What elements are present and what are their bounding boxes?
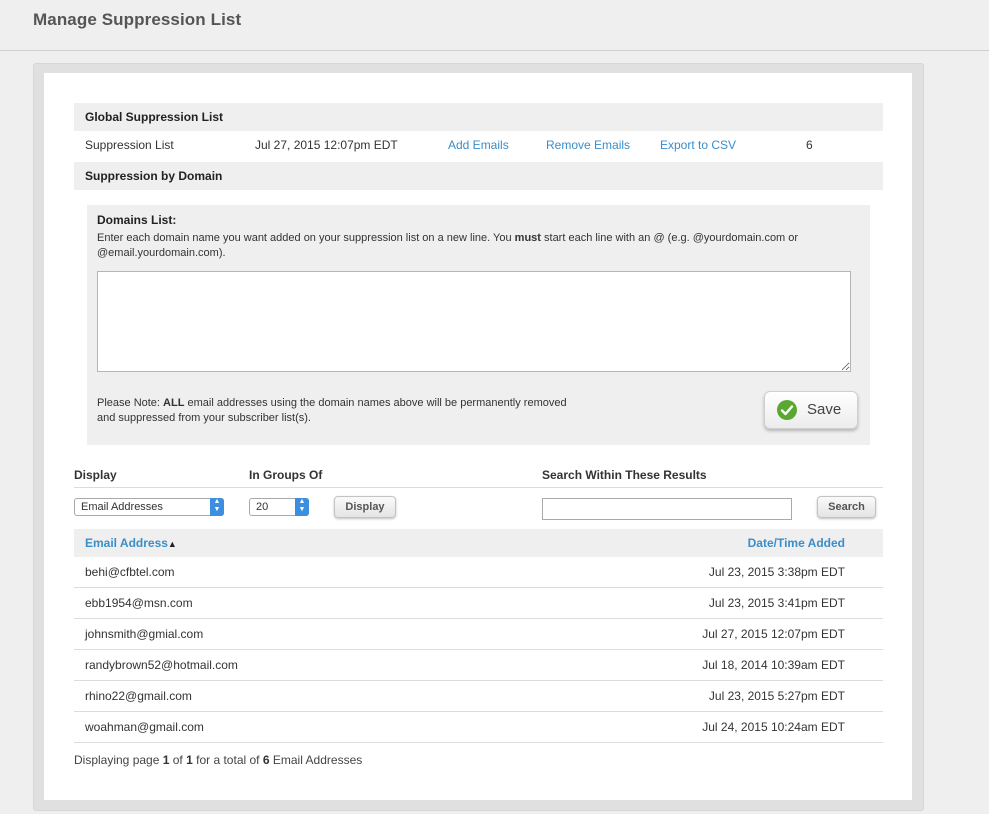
row-email: randybrown52@hotmail.com [85, 658, 238, 672]
add-emails-link[interactable]: Add Emails [448, 130, 509, 160]
search-label: Search Within These Results [542, 468, 707, 482]
suppression-list-row: Suppression List Jul 27, 2015 12:07pm ED… [74, 130, 883, 160]
pagination-summary: Displaying page 1 of 1 for a total of 6 … [74, 753, 362, 767]
sort-ascending-icon: ▲ [167, 539, 177, 549]
save-label: Save [807, 401, 842, 418]
note-bold: ALL [163, 397, 185, 409]
row-date: Jul 23, 2015 5:27pm EDT [708, 689, 845, 703]
total-count: 6 [262, 753, 270, 767]
suppression-count: 6 [806, 138, 813, 152]
table-row: ebb1954@msn.com Jul 23, 2015 3:41pm EDT [74, 588, 883, 619]
column-date-header[interactable]: Date/Time Added [748, 529, 845, 557]
domains-list-description: Enter each domain name you want added on… [97, 231, 857, 261]
total-pages: 1 [186, 753, 193, 767]
table-row: rhino22@gmail.com Jul 23, 2015 5:27pm ED… [74, 681, 883, 712]
row-date: Jul 23, 2015 3:41pm EDT [708, 596, 845, 610]
content-frame: Global Suppression List Suppression List… [33, 63, 924, 811]
global-suppression-heading: Global Suppression List [74, 103, 883, 131]
page-title: Manage Suppression List [33, 10, 242, 29]
display-label: Display [74, 468, 117, 482]
groups-select[interactable]: 20 ▲ ▼ [249, 498, 309, 516]
checkmark-icon [777, 400, 797, 420]
domains-note: Please Note: ALL email addresses using t… [97, 396, 567, 426]
column-email-label: Email Address [85, 536, 168, 550]
groups-label: In Groups Of [249, 468, 323, 482]
table-row: johnsmith@gmial.com Jul 27, 2015 12:07pm… [74, 619, 883, 650]
domains-list-title: Domains List: [97, 213, 177, 227]
display-button[interactable]: Display [334, 496, 396, 518]
row-email: behi@cfbtel.com [85, 565, 175, 579]
export-csv-link[interactable]: Export to CSV [660, 130, 736, 160]
suppression-list-name: Suppression List [85, 138, 174, 152]
row-date: Jul 27, 2015 12:07pm EDT [702, 627, 845, 641]
domains-list-box: Domains List: Enter each domain name you… [87, 205, 870, 445]
table-body: behi@cfbtel.com Jul 23, 2015 3:38pm EDT … [74, 557, 883, 743]
footer-text: Displaying page [74, 753, 163, 767]
footer-text: Email Addresses [269, 753, 363, 767]
desc-text: Enter each domain name you want added on… [97, 232, 515, 244]
table-row: randybrown52@hotmail.com Jul 18, 2014 10… [74, 650, 883, 681]
display-select-value: Email Addresses [81, 501, 163, 513]
note-text: Please Note: [97, 397, 164, 409]
row-date: Jul 18, 2014 10:39am EDT [702, 658, 845, 672]
domain-suppression-heading: Suppression by Domain [74, 162, 883, 190]
search-input[interactable] [542, 498, 792, 520]
table-header: Email Address▲ Date/Time Added [74, 529, 883, 557]
footer-text: of [169, 753, 187, 767]
table-row: woahman@gmail.com Jul 24, 2015 10:24am E… [74, 712, 883, 743]
desc-bold: must [514, 232, 541, 244]
controls-divider [74, 487, 883, 488]
row-email: woahman@gmail.com [85, 720, 204, 734]
row-email: rhino22@gmail.com [85, 689, 192, 703]
column-email-header[interactable]: Email Address▲ [85, 529, 177, 558]
groups-select-value: 20 [256, 501, 269, 513]
table-row: behi@cfbtel.com Jul 23, 2015 3:38pm EDT [74, 557, 883, 588]
page-header: Manage Suppression List [0, 0, 989, 51]
row-date: Jul 23, 2015 3:38pm EDT [708, 565, 845, 579]
row-email: ebb1954@msn.com [85, 596, 193, 610]
row-date: Jul 24, 2015 10:24am EDT [702, 720, 845, 734]
remove-emails-link[interactable]: Remove Emails [546, 130, 630, 160]
display-select[interactable]: Email Addresses ▲ ▼ [74, 498, 224, 516]
suppression-list-date: Jul 27, 2015 12:07pm EDT [255, 138, 398, 152]
search-button[interactable]: Search [817, 496, 876, 518]
row-email: johnsmith@gmial.com [85, 627, 204, 641]
save-button[interactable]: Save [764, 391, 858, 429]
select-arrows-icon: ▲ ▼ [295, 498, 309, 516]
domains-textarea[interactable] [97, 271, 851, 372]
content-panel: Global Suppression List Suppression List… [44, 73, 912, 800]
footer-text: for a total of [192, 753, 263, 767]
select-arrows-icon: ▲ ▼ [210, 498, 224, 516]
